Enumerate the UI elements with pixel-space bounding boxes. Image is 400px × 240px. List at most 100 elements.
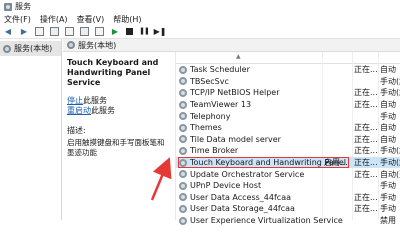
service-status-cell: 正在...	[354, 169, 378, 179]
service-status-cell: 正在...	[354, 65, 378, 75]
properties-icon[interactable]	[50, 27, 59, 36]
title-bar: 服务	[0, 0, 400, 13]
table-row[interactable]: Update Orchestrator Service 正在...自动(延	[176, 168, 400, 180]
window-title: 服务	[15, 2, 31, 11]
services-app-icon	[4, 2, 12, 11]
service-name: User Data Storage_44fcaa	[190, 204, 295, 214]
sidebar-item-services-local[interactable]: 服务(本地)	[0, 41, 61, 56]
gear-icon	[3, 44, 11, 53]
help-icon[interactable]	[95, 27, 104, 36]
service-name: User Data Access_44fcaa	[190, 192, 292, 202]
extended-description-panel: Touch Keyboard and Handwriting Panel Ser…	[63, 52, 173, 220]
service-name: User Experience Virtualization Service	[190, 216, 343, 226]
gear-icon	[179, 216, 187, 225]
menu-help[interactable]: 帮助(H)	[113, 14, 141, 25]
table-row[interactable]: User Experience Virtualization Service 禁用	[176, 215, 400, 227]
menu-file[interactable]: 文件(F)	[4, 14, 31, 25]
pause-service-icon[interactable]: ❚❚	[139, 27, 150, 37]
restart-service-link[interactable]: 重启动	[67, 106, 91, 116]
start-service-icon[interactable]: ▶	[110, 27, 120, 37]
restart-service-suffix: 此服务	[91, 106, 115, 115]
service-startup-type-cell: 自动	[380, 65, 396, 75]
sidebar-item-label: 服务(本地)	[14, 44, 53, 53]
gear-icon	[179, 193, 187, 202]
service-name: Telephony	[190, 111, 231, 121]
table-row[interactable]: User Data Access_44fcaa 正在... 手动	[176, 192, 400, 204]
service-status-cell: 正在...	[354, 204, 378, 214]
service-name-cell: Tile Data model server	[179, 135, 281, 144]
service-name: Task Scheduler	[190, 65, 250, 75]
service-name-cell: User Data Access_44fcaa	[179, 193, 291, 202]
restart-service-icon[interactable]: ▶❚	[154, 27, 167, 37]
service-startup-type-cell: 手动(触	[380, 146, 400, 156]
back-arrow-icon[interactable]: ◀	[3, 27, 13, 37]
menu-bar: 文件(F) 操作(A) 查看(V) 帮助(H)	[0, 13, 400, 25]
service-name-cell: Themes	[179, 123, 222, 132]
service-startup-type-cell: 自动(延	[380, 169, 400, 179]
service-startup-type-cell: 手动(触	[380, 76, 400, 86]
gear-icon	[179, 112, 187, 121]
service-name: TBSecSvc	[190, 76, 229, 86]
gear-icon	[179, 123, 187, 132]
table-row[interactable]: TCP/IP NetBIOS Helper 正在...手动(触	[176, 87, 400, 99]
service-name: Themes	[190, 123, 222, 133]
service-name-cell: TeamViewer 13	[179, 100, 251, 109]
service-name: TeamViewer 13	[190, 100, 252, 110]
table-row[interactable]: Task Scheduler 正在... 自动	[176, 64, 400, 76]
table-row[interactable]: User Data Storage_44fcaa 正在... 手动	[176, 203, 400, 215]
table-row[interactable]: TBSecSvc 手动(触	[176, 76, 400, 88]
service-startup-type-cell: 自动	[380, 123, 396, 133]
service-name-cell: User Experience Virtualization Service	[179, 216, 343, 225]
table-row[interactable]: Tile Data model server 正在... 自动	[176, 134, 400, 146]
table-row[interactable]: Themes 正在... 自动	[176, 122, 400, 134]
service-status-cell: 正在...	[354, 123, 378, 133]
stop-service-icon[interactable]	[126, 28, 133, 35]
stop-service-link[interactable]: 停止	[67, 96, 83, 106]
service-startup-type-cell: 自动	[380, 134, 396, 144]
service-rows: Task Scheduler正在...自动TBSecSvc手动(触TCP/IP …	[176, 64, 400, 226]
service-name-cell: UPnP Device Host	[179, 181, 261, 190]
service-status-cell: 正在...	[354, 134, 378, 144]
gear-icon	[179, 204, 187, 213]
service-status-cell: 正在...	[354, 88, 378, 98]
service-startup-type-cell: 手动(触	[380, 88, 400, 98]
main-pane-title: 服务(本地)	[78, 40, 117, 50]
service-status-cell: 正在...	[354, 192, 378, 202]
service-name: Time Broker	[190, 146, 239, 156]
gear-icon	[179, 170, 187, 179]
stop-service-suffix: 此服务	[83, 96, 107, 105]
service-status-cell: 正在...	[354, 100, 378, 110]
menu-action[interactable]: 操作(A)	[40, 14, 68, 25]
service-startup-type-cell: 手动	[380, 111, 396, 121]
sort-ascending-icon[interactable]: ▲	[236, 53, 241, 60]
refresh-icon[interactable]	[65, 27, 74, 36]
menu-view[interactable]: 查看(V)	[77, 14, 105, 25]
table-row[interactable]: Time Broker 正在...手动(触	[176, 145, 400, 157]
gear-icon	[179, 146, 187, 155]
gear-icon	[179, 158, 187, 167]
service-name-cell: Telephony	[179, 112, 230, 121]
service-name: Tile Data model server	[190, 134, 281, 144]
service-description-cell: 启用...	[324, 158, 348, 168]
service-name: TCP/IP NetBIOS Helper	[190, 88, 280, 98]
toolbar: ◀ ▶ ▶ ❚❚ ▶❚	[0, 25, 400, 39]
selected-service-title: Touch Keyboard and Handwriting Panel Ser…	[67, 58, 159, 87]
service-name-cell: User Data Storage_44fcaa	[179, 204, 295, 213]
service-name-cell: Touch Keyboard and Handwriting Panel	[178, 157, 349, 169]
service-name: UPnP Device Host	[190, 181, 262, 191]
export-list-icon[interactable]	[80, 27, 89, 36]
service-status-cell: 正在...	[354, 158, 378, 168]
services-list: ▲ Task Scheduler正在...自动TBSecSvc手动(触TCP/I…	[175, 52, 400, 225]
main-pane-header: 服务(本地)	[63, 39, 400, 52]
forward-arrow-icon[interactable]: ▶	[19, 27, 29, 37]
table-row[interactable]: TeamViewer 13 正在... 自动	[176, 99, 400, 111]
list-header: ▲	[176, 52, 400, 64]
table-row[interactable]: UPnP Device Host 手动	[176, 180, 400, 192]
table-row[interactable]: Telephony 手动	[176, 110, 400, 122]
table-row[interactable]: Touch Keyboard and Handwriting Panel 启用..…	[176, 156, 400, 169]
gear-icon	[179, 135, 187, 144]
show-console-tree-icon[interactable]	[35, 27, 44, 36]
gear-icon	[179, 77, 187, 86]
gear-icon	[179, 65, 187, 74]
service-startup-type-cell: 手动	[380, 204, 396, 214]
